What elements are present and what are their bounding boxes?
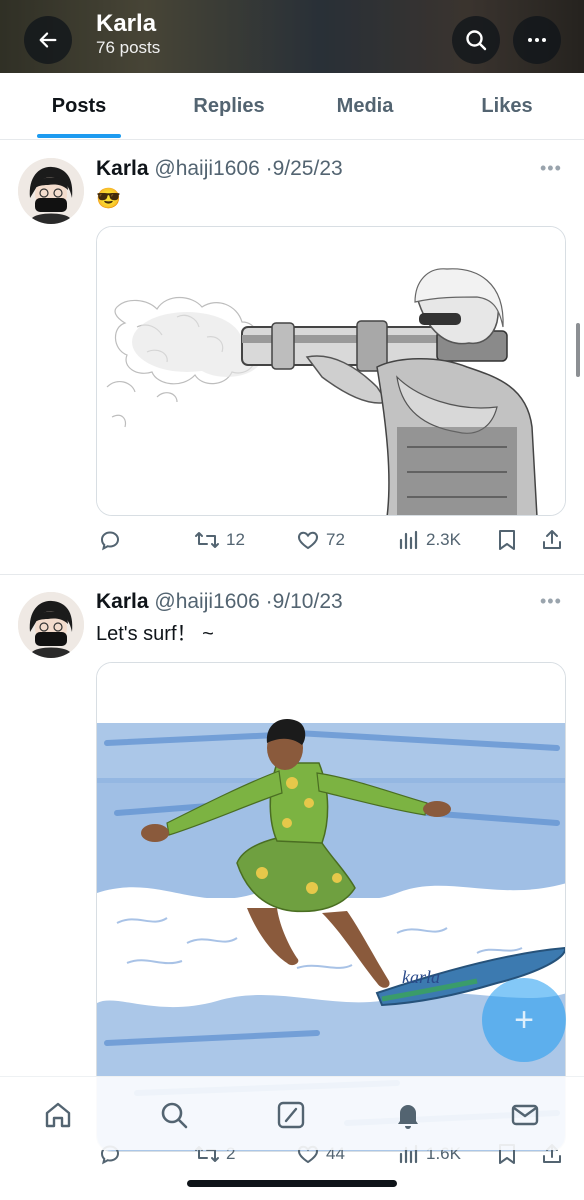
views-button[interactable]: 2.3K bbox=[398, 528, 461, 552]
bottom-navigation bbox=[0, 1076, 584, 1150]
tab-label: Likes bbox=[481, 94, 533, 117]
compose-button[interactable]: + bbox=[482, 978, 566, 1062]
author-handle[interactable]: @haiji1606 bbox=[154, 590, 259, 613]
like-button[interactable]: 72 bbox=[296, 528, 345, 552]
nav-messages[interactable] bbox=[505, 1095, 545, 1135]
avatar-illustration bbox=[18, 592, 84, 658]
post-date[interactable]: 9/10/23 bbox=[273, 590, 343, 613]
notifications-bell-icon bbox=[398, 1105, 418, 1129]
profile-tabs: Posts Replies Media Likes bbox=[0, 73, 584, 140]
tab-likes[interactable]: Likes bbox=[430, 73, 584, 139]
avatar[interactable] bbox=[18, 158, 84, 224]
avatar[interactable] bbox=[18, 592, 84, 658]
nav-notifications[interactable] bbox=[388, 1095, 428, 1135]
tab-label: Media bbox=[336, 94, 394, 117]
avatar-illustration bbox=[18, 158, 84, 224]
views-count: 2.3K bbox=[426, 530, 461, 549]
repost-button[interactable]: 12 bbox=[194, 528, 245, 552]
share-button[interactable] bbox=[540, 528, 564, 552]
grok-icon bbox=[277, 1101, 305, 1129]
profile-name: Karla bbox=[96, 10, 157, 37]
separator-dot: · bbox=[265, 157, 273, 180]
post-header: Karla @haiji1606 ·9/10/23 bbox=[96, 589, 343, 615]
scrollbar-thumb[interactable] bbox=[576, 323, 580, 377]
author-name[interactable]: Karla bbox=[96, 157, 149, 180]
more-horizontal-icon bbox=[528, 38, 546, 42]
tab-posts[interactable]: Posts bbox=[0, 73, 158, 139]
author-handle[interactable]: @haiji1606 bbox=[154, 157, 259, 180]
post-actions: 12 72 2.3K bbox=[96, 528, 566, 558]
bookmark-button[interactable] bbox=[496, 528, 518, 552]
active-tab-indicator bbox=[37, 134, 121, 138]
post-more-icon[interactable]: ••• bbox=[540, 591, 562, 612]
share-icon bbox=[543, 530, 561, 549]
arrow-left-icon bbox=[39, 32, 57, 48]
author-name[interactable]: Karla bbox=[96, 590, 149, 613]
search-icon bbox=[161, 1102, 188, 1129]
back-button[interactable] bbox=[24, 16, 72, 64]
home-indicator[interactable] bbox=[187, 1180, 397, 1187]
signature: karla bbox=[402, 967, 440, 987]
illustration-bazooka bbox=[97, 227, 565, 515]
post-header: Karla @haiji1606 ·9/25/23 bbox=[96, 156, 343, 182]
post-text: Let's surf！ ~ bbox=[96, 623, 214, 645]
more-button[interactable] bbox=[513, 16, 561, 64]
post-text: 😎 bbox=[96, 188, 121, 210]
heart-icon bbox=[297, 531, 319, 550]
header-title: Karla 76 posts bbox=[96, 10, 160, 58]
like-count: 72 bbox=[326, 530, 345, 549]
tab-label: Replies bbox=[193, 94, 265, 117]
post-date[interactable]: 9/25/23 bbox=[273, 157, 343, 180]
messages-mail-icon bbox=[511, 1104, 539, 1126]
compose-plus-icon: + bbox=[514, 1000, 534, 1039]
nav-grok[interactable] bbox=[271, 1095, 311, 1135]
separator-dot: · bbox=[265, 590, 273, 613]
post[interactable]: Karla @haiji1606 ·9/25/23 ••• 😎 12 72 2.… bbox=[0, 140, 584, 574]
profile-header: Karla 76 posts bbox=[0, 0, 584, 73]
tab-replies[interactable]: Replies bbox=[158, 73, 300, 139]
views-chart-icon bbox=[399, 530, 418, 550]
nav-search[interactable] bbox=[154, 1095, 194, 1135]
tab-label: Posts bbox=[51, 94, 107, 117]
home-icon bbox=[45, 1102, 71, 1128]
bookmark-icon bbox=[499, 530, 515, 550]
nav-home[interactable] bbox=[38, 1095, 78, 1135]
post-image[interactable] bbox=[96, 226, 566, 516]
post-count: 76 posts bbox=[96, 38, 161, 57]
repost-count: 12 bbox=[226, 530, 245, 549]
repost-icon bbox=[195, 532, 219, 548]
search-icon bbox=[466, 30, 487, 51]
post-more-icon[interactable]: ••• bbox=[540, 158, 562, 179]
tab-media[interactable]: Media bbox=[300, 73, 430, 139]
reply-button[interactable] bbox=[98, 528, 122, 552]
reply-icon bbox=[100, 531, 120, 551]
search-button[interactable] bbox=[452, 16, 500, 64]
